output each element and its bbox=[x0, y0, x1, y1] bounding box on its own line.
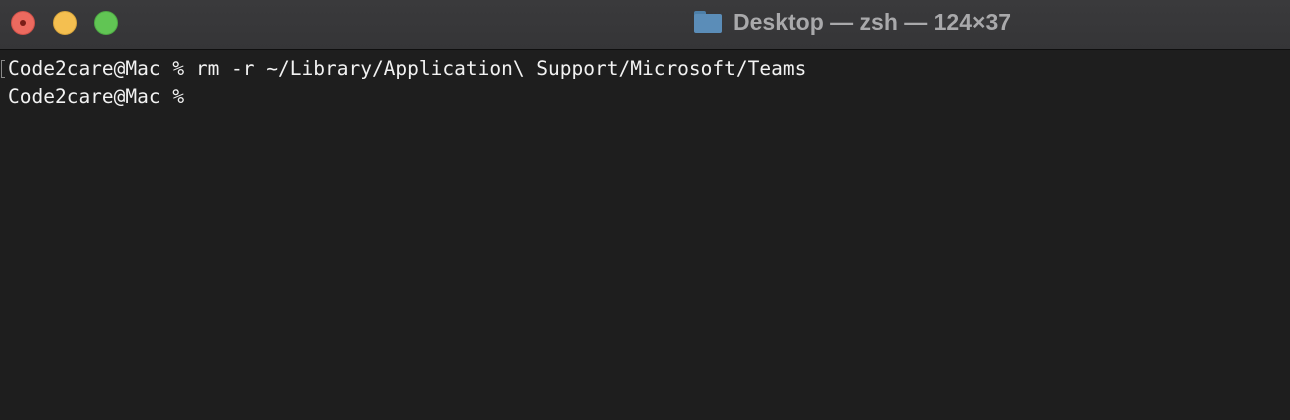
window-title-group: Desktop — zsh — 124×37 bbox=[694, 8, 1011, 36]
line-marker bbox=[1, 60, 5, 78]
terminal-line-prompt: Code2care@Mac % bbox=[8, 85, 196, 108]
terminal-window: Desktop — zsh — 124×37 Code2care@Mac % r… bbox=[0, 0, 1290, 420]
close-icon bbox=[20, 20, 26, 26]
minimize-button[interactable] bbox=[53, 11, 77, 35]
folder-icon bbox=[694, 11, 722, 33]
close-button[interactable] bbox=[11, 11, 35, 35]
terminal-line-command: Code2care@Mac % rm -r ~/Library/Applicat… bbox=[8, 57, 807, 80]
title-bar[interactable]: Desktop — zsh — 124×37 bbox=[0, 0, 1290, 50]
zoom-button[interactable] bbox=[94, 11, 118, 35]
terminal-content[interactable]: Code2care@Mac % rm -r ~/Library/Applicat… bbox=[0, 51, 1290, 420]
window-title: Desktop — zsh — 124×37 bbox=[733, 8, 1012, 35]
